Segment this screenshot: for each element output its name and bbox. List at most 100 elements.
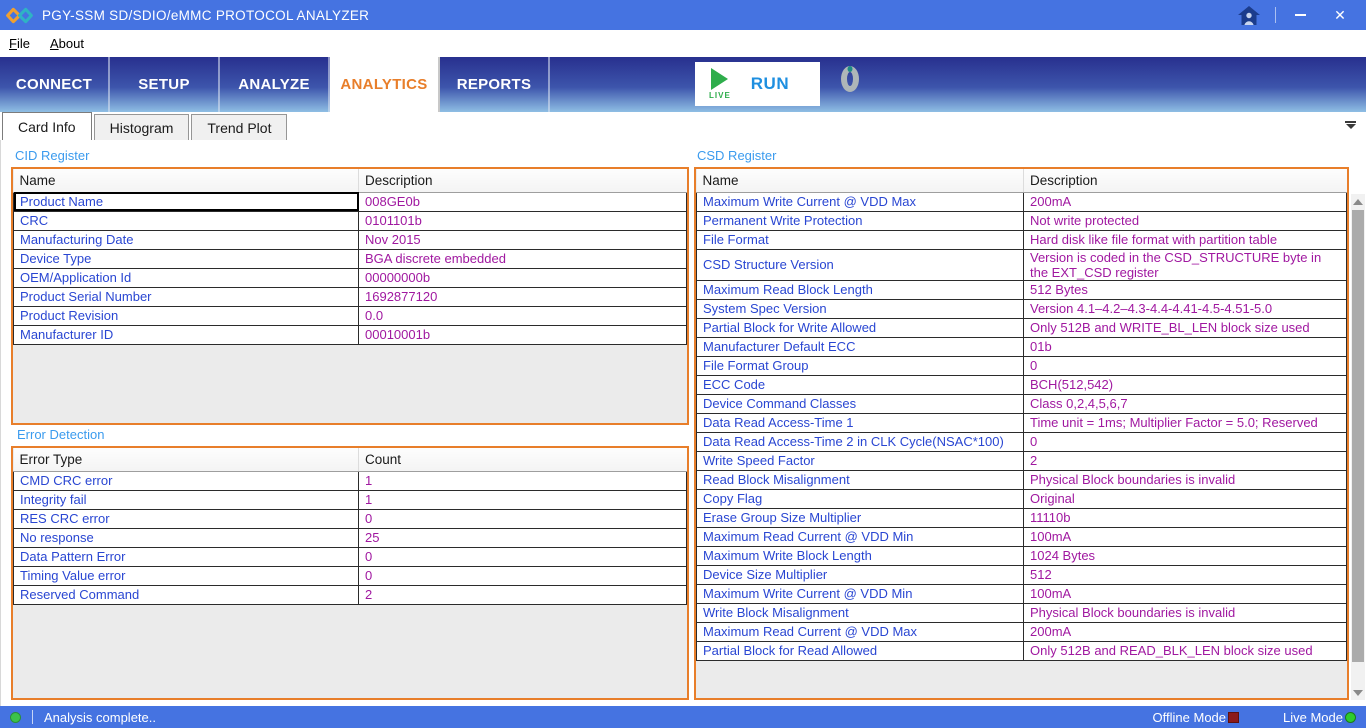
- table-cell[interactable]: Manufacturer ID: [14, 325, 359, 344]
- table-cell[interactable]: 0: [359, 547, 687, 566]
- scrollbar-thumb[interactable]: [1352, 210, 1364, 662]
- table-cell[interactable]: Erase Group Size Multiplier: [697, 508, 1024, 527]
- table-cell[interactable]: Class 0,2,4,5,6,7: [1024, 394, 1347, 413]
- table-cell[interactable]: Partial Block for Read Allowed: [697, 641, 1024, 660]
- table-cell[interactable]: BCH(512,542): [1024, 375, 1347, 394]
- tab-trend-plot[interactable]: Trend Plot: [191, 114, 287, 140]
- table-cell[interactable]: Version is coded in the CSD_STRUCTURE by…: [1024, 249, 1347, 280]
- table-cell[interactable]: 0: [359, 566, 687, 585]
- table-cell[interactable]: 25: [359, 528, 687, 547]
- table-cell[interactable]: ECC Code: [697, 375, 1024, 394]
- table-cell[interactable]: Data Read Access-Time 2 in CLK Cycle(NSA…: [697, 432, 1024, 451]
- table-cell[interactable]: Original: [1024, 489, 1347, 508]
- table-cell[interactable]: Device Type: [14, 249, 359, 268]
- column-header-error-type[interactable]: Error Type: [14, 448, 359, 471]
- table-cell[interactable]: RES CRC error: [14, 509, 359, 528]
- table-cell[interactable]: System Spec Version: [697, 299, 1024, 318]
- table-cell[interactable]: 2: [1024, 451, 1347, 470]
- scroll-up-arrow-icon[interactable]: [1351, 194, 1365, 209]
- table-cell[interactable]: 0: [1024, 432, 1347, 451]
- table-cell[interactable]: Reserved Command: [14, 585, 359, 604]
- table-cell[interactable]: OEM/Application Id: [14, 268, 359, 287]
- table-cell[interactable]: File Format Group: [697, 356, 1024, 375]
- close-button[interactable]: ✕: [1320, 0, 1360, 30]
- table-cell[interactable]: Maximum Write Current @ VDD Min: [697, 584, 1024, 603]
- table-cell[interactable]: Integrity fail: [14, 490, 359, 509]
- table-cell[interactable]: 00000000b: [359, 268, 687, 287]
- column-header-description[interactable]: Description: [1024, 169, 1347, 192]
- table-cell[interactable]: Maximum Read Block Length: [697, 280, 1024, 299]
- home-icon[interactable]: [1227, 0, 1271, 30]
- column-header-description[interactable]: Description: [359, 169, 687, 192]
- minimize-button[interactable]: [1280, 0, 1320, 30]
- menu-file[interactable]: File: [9, 36, 30, 51]
- table-cell[interactable]: Product Revision: [14, 306, 359, 325]
- tab-reports[interactable]: REPORTS: [440, 57, 550, 112]
- menu-about[interactable]: About: [50, 36, 84, 51]
- run-button[interactable]: LIVE RUN: [695, 62, 820, 106]
- table-cell[interactable]: Only 512B and WRITE_BL_LEN block size us…: [1024, 318, 1347, 337]
- table-cell[interactable]: Maximum Read Current @ VDD Max: [697, 622, 1024, 641]
- table-cell[interactable]: 00010001b: [359, 325, 687, 344]
- power-ring-icon[interactable]: [841, 66, 859, 92]
- table-cell[interactable]: 100mA: [1024, 584, 1347, 603]
- table-cell[interactable]: 01b: [1024, 337, 1347, 356]
- table-cell[interactable]: Timing Value error: [14, 566, 359, 585]
- column-header-count[interactable]: Count: [359, 448, 687, 471]
- table-cell[interactable]: CMD CRC error: [14, 471, 359, 490]
- table-cell[interactable]: 200mA: [1024, 622, 1347, 641]
- table-cell[interactable]: Permanent Write Protection: [697, 211, 1024, 230]
- table-cell[interactable]: 008GE0b: [359, 192, 687, 211]
- table-cell[interactable]: No response: [14, 528, 359, 547]
- tab-analytics[interactable]: ANALYTICS: [330, 57, 440, 112]
- table-cell[interactable]: 1692877120: [359, 287, 687, 306]
- table-cell[interactable]: Not write protected: [1024, 211, 1347, 230]
- table-cell[interactable]: Nov 2015: [359, 230, 687, 249]
- table-cell[interactable]: Only 512B and READ_BLK_LEN block size us…: [1024, 641, 1347, 660]
- table-cell[interactable]: 0: [1024, 356, 1347, 375]
- table-cell[interactable]: Maximum Write Current @ VDD Max: [697, 192, 1024, 211]
- table-cell[interactable]: Copy Flag: [697, 489, 1024, 508]
- table-cell[interactable]: 0.0: [359, 306, 687, 325]
- table-cell[interactable]: 0101101b: [359, 211, 687, 230]
- table-cell[interactable]: Time unit = 1ms; Multiplier Factor = 5.0…: [1024, 413, 1347, 432]
- table-cell[interactable]: Data Read Access-Time 1: [697, 413, 1024, 432]
- table-cell[interactable]: Product Serial Number: [14, 287, 359, 306]
- table-cell[interactable]: Manufacturing Date: [14, 230, 359, 249]
- table-cell[interactable]: 0: [359, 509, 687, 528]
- column-header-name[interactable]: Name: [697, 169, 1024, 192]
- table-cell[interactable]: 100mA: [1024, 527, 1347, 546]
- table-cell[interactable]: Write Speed Factor: [697, 451, 1024, 470]
- column-header-name[interactable]: Name: [14, 169, 359, 192]
- table-cell[interactable]: 512 Bytes: [1024, 280, 1347, 299]
- table-cell[interactable]: Read Block Misalignment: [697, 470, 1024, 489]
- table-cell[interactable]: Product Name: [14, 192, 359, 211]
- scroll-down-arrow-icon[interactable]: [1351, 685, 1365, 700]
- csd-vertical-scrollbar[interactable]: [1351, 194, 1365, 700]
- tab-card-info[interactable]: Card Info: [2, 112, 92, 140]
- table-cell[interactable]: 200mA: [1024, 192, 1347, 211]
- tab-analyze[interactable]: ANALYZE: [220, 57, 330, 112]
- table-cell[interactable]: 1024 Bytes: [1024, 546, 1347, 565]
- table-cell[interactable]: Data Pattern Error: [14, 547, 359, 566]
- table-cell[interactable]: 11110b: [1024, 508, 1347, 527]
- table-cell[interactable]: CSD Structure Version: [697, 249, 1024, 280]
- tab-setup[interactable]: SETUP: [110, 57, 220, 112]
- table-cell[interactable]: Partial Block for Write Allowed: [697, 318, 1024, 337]
- table-cell[interactable]: Maximum Write Block Length: [697, 546, 1024, 565]
- table-cell[interactable]: Maximum Read Current @ VDD Min: [697, 527, 1024, 546]
- table-cell[interactable]: Device Command Classes: [697, 394, 1024, 413]
- table-cell[interactable]: Physical Block boundaries is invalid: [1024, 603, 1347, 622]
- table-cell[interactable]: Version 4.1–4.2–4.3-4.4-4.41-4.5-4.51-5.…: [1024, 299, 1347, 318]
- table-cell[interactable]: BGA discrete embedded: [359, 249, 687, 268]
- collapse-panel-icon[interactable]: [1345, 121, 1356, 129]
- table-cell[interactable]: Hard disk like file format with partitio…: [1024, 230, 1347, 249]
- tab-histogram[interactable]: Histogram: [94, 114, 190, 140]
- table-cell[interactable]: 1: [359, 490, 687, 509]
- table-cell[interactable]: 1: [359, 471, 687, 490]
- table-cell[interactable]: 2: [359, 585, 687, 604]
- table-cell[interactable]: Manufacturer Default ECC: [697, 337, 1024, 356]
- table-cell[interactable]: 512: [1024, 565, 1347, 584]
- live-mode-indicator-icon[interactable]: [1345, 712, 1356, 723]
- table-cell[interactable]: Physical Block boundaries is invalid: [1024, 470, 1347, 489]
